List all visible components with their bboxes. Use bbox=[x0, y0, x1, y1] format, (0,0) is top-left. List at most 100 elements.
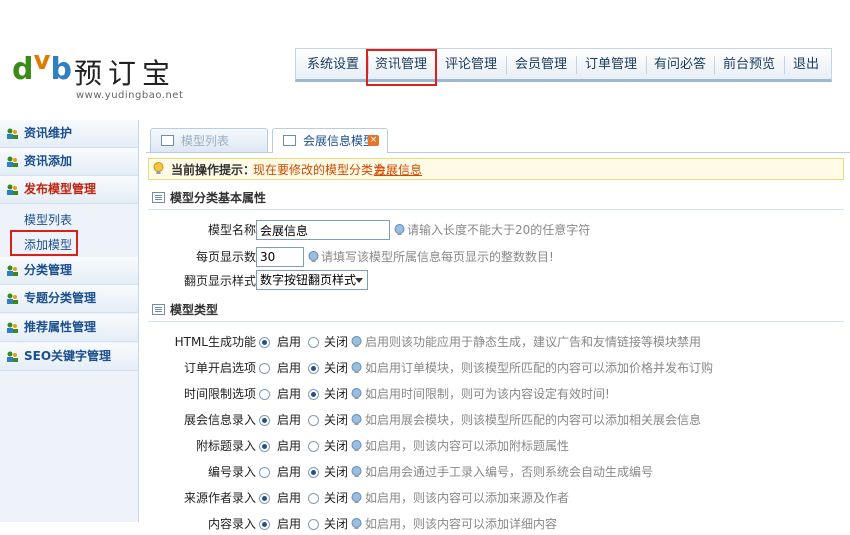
lightbulb-icon bbox=[394, 224, 405, 235]
sidebar-item-category-management[interactable]: 分类管理 bbox=[0, 257, 138, 285]
radio-disable[interactable] bbox=[308, 493, 319, 504]
nav-item-frontend-preview[interactable]: 前台预览 bbox=[714, 49, 784, 79]
radio-enable[interactable] bbox=[259, 363, 270, 374]
sidebar-item-news-add[interactable]: 资讯添加 bbox=[0, 148, 138, 176]
close-icon[interactable]: × bbox=[368, 135, 379, 146]
radio-disable-label: 关闭 bbox=[324, 413, 349, 427]
lightbulb-icon bbox=[153, 162, 164, 174]
tab-exhibition-model[interactable]: 会展信息模型 × bbox=[272, 128, 388, 153]
sidebar-item-news-maintenance[interactable]: 资讯维护 bbox=[0, 120, 138, 148]
logo[interactable]: dvb 预订宝 www.yudingbao.net bbox=[8, 46, 198, 108]
users-icon bbox=[7, 322, 18, 333]
field-hint: 如启用时间限制，则可为该内容设定有效时间! bbox=[365, 387, 610, 401]
sidebar-item-label: 资讯维护 bbox=[24, 126, 73, 140]
sidebar: 资讯维护 资讯添加 发布模型管理 模型列表 添加模型 分类管理 专题分类管理 推… bbox=[0, 120, 139, 522]
model-type-row: HTML生成功能 启用 关闭 启用则该功能应用于静态生成，建议广告和友情链接等模块禁用 bbox=[146, 331, 850, 353]
radio-enable-label: 启用 bbox=[277, 361, 302, 375]
model-type-row: 展会信息录入 启用 关闭 如启用展会模块，则该模型所匹配的内容可以添加相关展会信息 bbox=[146, 409, 850, 431]
tip-link[interactable]: 会展信息 bbox=[374, 159, 422, 181]
radio-disable-label: 关闭 bbox=[324, 335, 349, 349]
radio-enable-label: 启用 bbox=[277, 387, 302, 401]
radio-enable-label: 启用 bbox=[277, 439, 302, 453]
radio-enable[interactable] bbox=[259, 467, 270, 478]
users-icon bbox=[7, 351, 18, 362]
users-icon bbox=[7, 265, 18, 276]
section-model-type: 模型类型 bbox=[148, 299, 844, 322]
lightbulb-icon bbox=[351, 362, 362, 373]
sidebar-highlight-box bbox=[10, 230, 78, 256]
radio-enable[interactable] bbox=[259, 519, 270, 530]
nav-item-comment-management[interactable]: 评论管理 bbox=[436, 49, 506, 79]
radio-enable[interactable] bbox=[259, 337, 270, 348]
nav-item-logout[interactable]: 退出 bbox=[784, 49, 828, 79]
radio-enable[interactable] bbox=[259, 415, 270, 426]
sidebar-subitem-model-list[interactable]: 模型列表 bbox=[24, 211, 72, 228]
nav-item-order-management[interactable]: 订单管理 bbox=[576, 49, 646, 79]
sidebar-item-label: 发布模型管理 bbox=[24, 182, 97, 196]
radio-enable[interactable] bbox=[259, 493, 270, 504]
model-type-row: 内容录入 启用 关闭 如启用，则该内容可以添加详细内容 bbox=[146, 513, 850, 535]
form-icon bbox=[152, 192, 165, 203]
users-icon bbox=[7, 293, 18, 304]
field-label: 时间限制选项 bbox=[183, 387, 256, 401]
radio-disable[interactable] bbox=[308, 441, 319, 452]
row-per-page: 每页显示数 请填写该模型所属信息每页显示的整数数目! bbox=[146, 246, 850, 268]
nav-highlight-box bbox=[366, 49, 437, 86]
paging-style-select[interactable]: 数字按钮翻页样式 bbox=[256, 270, 368, 290]
sidebar-item-label: SEO关键字管理 bbox=[24, 349, 112, 363]
radio-disable[interactable] bbox=[308, 467, 319, 478]
model-type-row: 附标题录入 启用 关闭 如启用，则该内容可以添加附标题属性 bbox=[146, 435, 850, 457]
sidebar-item-label: 推荐属性管理 bbox=[24, 320, 97, 334]
field-hint: 请输入长度不能大于20的任意字符 bbox=[407, 223, 591, 237]
field-label: 展会信息录入 bbox=[183, 413, 256, 427]
model-name-input[interactable] bbox=[256, 220, 390, 240]
field-label: 内容录入 bbox=[207, 517, 256, 531]
field-hint: 如启用，则该内容可以添加详细内容 bbox=[365, 517, 558, 531]
per-page-input[interactable] bbox=[256, 247, 304, 267]
radio-disable[interactable] bbox=[308, 415, 319, 426]
radio-disable[interactable] bbox=[308, 363, 319, 374]
radio-disable[interactable] bbox=[308, 389, 319, 400]
sidebar-item-recommend-attr-management[interactable]: 推荐属性管理 bbox=[0, 314, 138, 342]
radio-disable[interactable] bbox=[308, 337, 319, 348]
sidebar-item-publish-model-management[interactable]: 发布模型管理 bbox=[0, 176, 138, 204]
logo-mark: dvb bbox=[12, 46, 72, 87]
nav-item-system-settings[interactable]: 系统设置 bbox=[300, 49, 366, 79]
logo-letter-b: b bbox=[50, 52, 72, 87]
radio-disable[interactable] bbox=[308, 519, 319, 530]
users-icon bbox=[7, 156, 18, 167]
window-icon bbox=[161, 135, 174, 146]
lightbulb-icon bbox=[351, 492, 362, 503]
sidebar-item-topic-category-management[interactable]: 专题分类管理 bbox=[0, 285, 138, 313]
tab-model-list[interactable]: 模型列表 bbox=[150, 128, 268, 152]
header: dvb 预订宝 www.yudingbao.net 系统设置 资讯管理 评论管理… bbox=[0, 0, 850, 118]
field-label: 来源作者录入 bbox=[183, 491, 256, 505]
model-type-row: 订单开启选项 启用 关闭 如启用订单模块，则该模型所匹配的内容可以添加价格并发布订购 bbox=[146, 357, 850, 379]
field-hint: 如启用，则该内容可以添加来源及作者 bbox=[365, 491, 570, 505]
radio-enable-label: 启用 bbox=[277, 465, 302, 479]
select-value: 数字按钮翻页样式 bbox=[260, 273, 357, 287]
nav-item-qa[interactable]: 有问必答 bbox=[646, 49, 714, 79]
field-label: 模型名称 bbox=[207, 223, 256, 237]
lightbulb-icon bbox=[351, 466, 362, 477]
radio-disable-label: 关闭 bbox=[324, 491, 349, 505]
radio-enable-label: 启用 bbox=[277, 335, 302, 349]
model-type-row: 时间限制选项 启用 关闭 如启用时间限制，则可为该内容设定有效时间! bbox=[146, 383, 850, 405]
logo-url: www.yudingbao.net bbox=[76, 90, 184, 101]
lightbulb-icon bbox=[351, 440, 362, 451]
window-icon bbox=[283, 135, 296, 146]
users-icon bbox=[7, 128, 18, 139]
row-model-name: 模型名称 请输入长度不能大于20的任意字符 bbox=[146, 219, 850, 241]
row-paging-style: 翻页显示样式 数字按钮翻页样式 bbox=[146, 270, 850, 292]
lightbulb-icon bbox=[308, 251, 319, 262]
radio-enable[interactable] bbox=[259, 389, 270, 400]
field-hint: 如启用展会模块，则该模型所匹配的内容可以添加相关展会信息 bbox=[365, 413, 702, 427]
radio-enable[interactable] bbox=[259, 441, 270, 452]
nav-item-member-management[interactable]: 会员管理 bbox=[506, 49, 576, 79]
operation-tip: 当前操作提示： 现在要修改的模型分类为： 会展信息 bbox=[148, 158, 844, 180]
field-hint: 如启用订单模块，则该模型所匹配的内容可以添加价格并发布订购 bbox=[365, 361, 714, 375]
field-hint: 请填写该模型所属信息每页显示的整数数目! bbox=[321, 250, 554, 264]
tab-bar: 模型列表 会展信息模型 × bbox=[146, 120, 850, 153]
sidebar-item-seo-keyword-management[interactable]: SEO关键字管理 bbox=[0, 343, 138, 371]
field-label: 订单开启选项 bbox=[183, 361, 256, 375]
